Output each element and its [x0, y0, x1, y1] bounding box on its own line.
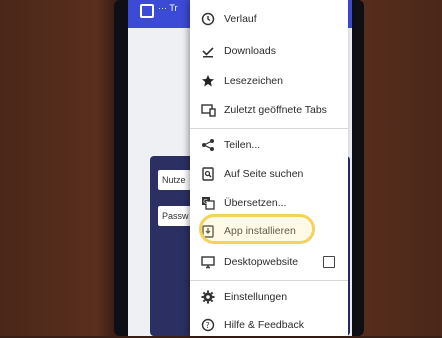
app-bar-title: ··· Tr [158, 3, 178, 13]
menu-item-label: Downloads [224, 45, 276, 57]
menu-item-einstellungen[interactable]: Einstellungen [190, 284, 348, 310]
menu-item-label: Einstellungen [224, 291, 288, 303]
menu-divider [190, 280, 348, 281]
svg-text:G: G [203, 199, 208, 206]
menu-item-downloads[interactable]: Downloads [190, 38, 348, 64]
gear-icon [200, 289, 216, 305]
tab-icon[interactable] [140, 4, 154, 18]
menu-item-auf-seite-suchen[interactable]: Auf Seite suchen [190, 161, 348, 187]
menu-item-teilen[interactable]: Teilen... [190, 132, 348, 158]
desktop-icon [200, 254, 216, 270]
menu-item-lesezeichen[interactable]: Lesezeichen [190, 68, 348, 94]
menu-item-label: Hilfe & Feedback [224, 319, 304, 331]
svg-text:?: ? [206, 321, 210, 330]
menu-item-uebersetzen[interactable]: G Übersetzen... [190, 190, 348, 216]
menu-item-label: Verlauf [224, 13, 257, 25]
menu-item-label: Auf Seite suchen [224, 168, 304, 180]
menu-item-hilfe-feedback[interactable]: ? Hilfe & Feedback [190, 312, 348, 338]
download-icon [200, 43, 216, 59]
overflow-menu: Verlauf Downloads Lesezeichen Zuletzt ge… [190, 0, 348, 336]
menu-item-recent-tabs[interactable]: Zuletzt geöffnete Tabs [190, 97, 348, 123]
menu-item-label: Zuletzt geöffnete Tabs [224, 104, 327, 116]
menu-divider [190, 128, 348, 129]
desktop-site-checkbox[interactable] [323, 256, 335, 268]
menu-item-desktopwebsite[interactable]: Desktopwebsite [190, 249, 348, 275]
highlight-circle [199, 214, 315, 244]
menu-item-label: Übersetzen... [224, 197, 287, 209]
history-icon [200, 11, 216, 27]
share-icon [200, 137, 216, 153]
menu-item-label: Desktopwebsite [224, 256, 299, 268]
star-icon [200, 73, 216, 89]
translate-icon: G [200, 195, 216, 211]
recent-tabs-icon [200, 102, 216, 118]
menu-item-label: Lesezeichen [224, 75, 283, 87]
menu-item-verlauf[interactable]: Verlauf [190, 6, 348, 32]
find-in-page-icon [200, 166, 216, 182]
help-icon: ? [200, 317, 216, 333]
menu-item-label: Teilen... [224, 139, 261, 151]
